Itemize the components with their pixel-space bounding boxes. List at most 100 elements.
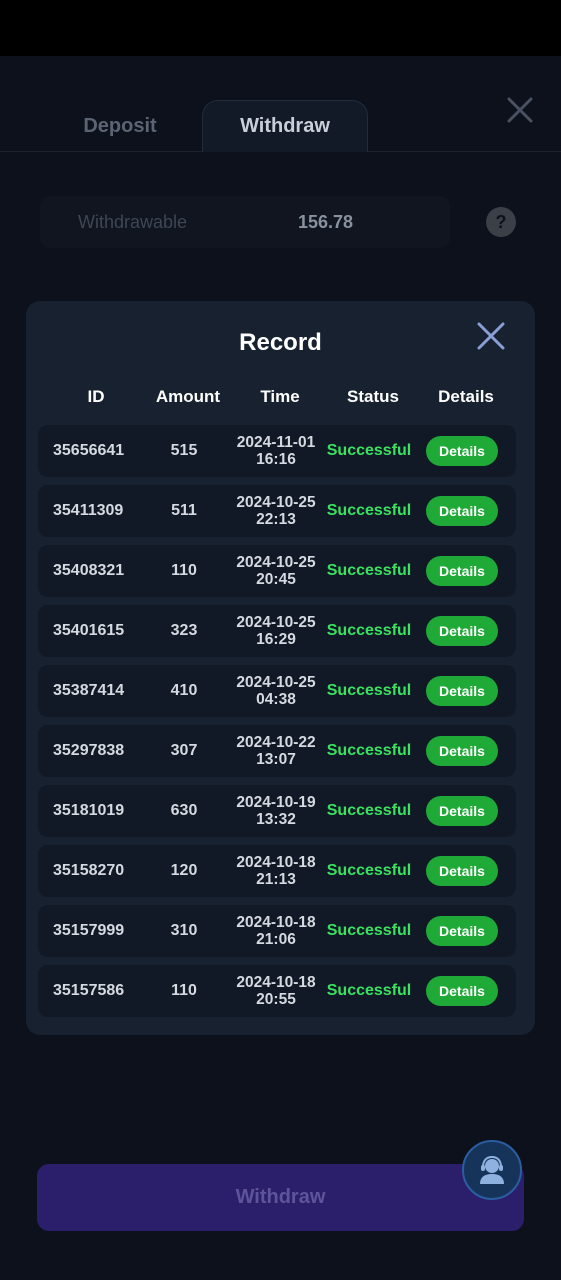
column-header-amount: Amount (155, 387, 221, 406)
record-status: Successful (326, 622, 412, 639)
record-amount: 515 (170, 442, 198, 459)
record-clock: 20:45 (256, 571, 296, 588)
record-time: 2024-10-25 22:13 (226, 485, 326, 537)
record-id: 35157586 (53, 982, 125, 999)
column-header-status: Status (347, 387, 399, 406)
record-id: 35181019 (53, 802, 125, 819)
record-date: 2024-10-19 (236, 794, 316, 811)
record-amount: 110 (171, 982, 197, 999)
record-clock: 16:16 (256, 451, 296, 468)
table-row: 35401615 323 2024-10-25 16:29 Successful … (38, 605, 516, 657)
table-row: 35411309 511 2024-10-25 22:13 Successful … (38, 485, 516, 537)
tab-bar: Deposit Withdraw (0, 56, 561, 152)
record-amount: 110 (171, 562, 197, 579)
record-amount: 120 (170, 862, 198, 879)
tab-withdraw[interactable]: Withdraw (202, 100, 368, 152)
details-button[interactable]: Details (426, 976, 498, 1006)
table-header: ID Amount Time Status Details (38, 387, 528, 411)
record-id: 35157999 (53, 922, 125, 939)
record-date: 2024-10-25 (236, 494, 316, 511)
details-button[interactable]: Details (426, 556, 498, 586)
record-status: Successful (326, 922, 412, 939)
record-status: Successful (326, 982, 412, 999)
record-time: 2024-10-25 20:45 (226, 545, 326, 597)
record-date: 2024-10-25 (236, 554, 316, 571)
record-time: 2024-10-22 13:07 (226, 725, 326, 777)
table-row: 35297838 307 2024-10-22 13:07 Successful … (38, 725, 516, 777)
record-status: Successful (326, 742, 412, 759)
record-id: 35656641 (53, 442, 125, 459)
record-date: 2024-10-22 (236, 734, 316, 751)
record-clock: 13:07 (256, 751, 296, 768)
status-bar (0, 0, 561, 56)
record-time: 2024-11-01 16:16 (226, 425, 326, 477)
record-amount: 410 (170, 682, 198, 699)
record-id: 35408321 (53, 562, 125, 579)
record-id: 35158270 (53, 862, 125, 879)
record-clock: 13:32 (256, 811, 296, 828)
column-header-id: ID (87, 387, 105, 406)
table-row: 35181019 630 2024-10-19 13:32 Successful … (38, 785, 516, 837)
record-time: 2024-10-25 04:38 (226, 665, 326, 717)
record-time: 2024-10-18 21:06 (226, 905, 326, 957)
record-date: 2024-10-18 (236, 914, 316, 931)
customer-support-icon (480, 1155, 504, 1184)
details-button[interactable]: Details (426, 916, 498, 946)
details-button[interactable]: Details (426, 796, 498, 826)
details-button[interactable]: Details (426, 616, 498, 646)
table-row: 35387414 410 2024-10-25 04:38 Successful … (38, 665, 516, 717)
record-date: 2024-10-18 (236, 974, 316, 991)
record-id: 35401615 (53, 622, 125, 639)
record-time: 2024-10-25 16:29 (226, 605, 326, 657)
record-time: 2024-10-19 13:32 (226, 785, 326, 837)
close-icon[interactable] (476, 321, 506, 351)
record-time: 2024-10-18 20:55 (226, 965, 326, 1017)
close-icon[interactable] (506, 96, 534, 124)
record-date: 2024-10-18 (236, 854, 316, 871)
table-row: 35408321 110 2024-10-25 20:45 Successful … (38, 545, 516, 597)
record-modal: Record ID Amount Time Status Details 356… (26, 301, 535, 1035)
record-id: 35297838 (53, 742, 125, 759)
column-header-time: Time (260, 387, 300, 406)
withdrawable-value: 156.78 (298, 212, 354, 232)
tab-deposit[interactable]: Deposit (60, 100, 180, 152)
customer-support-button[interactable] (462, 1140, 522, 1200)
record-clock: 04:38 (256, 691, 296, 708)
modal-title: Record (239, 329, 322, 356)
table-row: 35158270 120 2024-10-18 21:13 Successful … (38, 845, 516, 897)
table-row: 35656641 515 2024-11-01 16:16 Successful … (38, 425, 516, 477)
record-clock: 21:06 (256, 931, 296, 948)
record-status: Successful (326, 502, 412, 519)
record-id: 35411309 (53, 502, 124, 519)
record-amount: 310 (170, 922, 198, 939)
record-id: 35387414 (53, 682, 125, 699)
withdrawable-balance: Withdrawable 156.78 (40, 196, 450, 248)
record-status: Successful (326, 442, 412, 459)
record-amount: 511 (171, 502, 197, 519)
record-amount: 307 (170, 742, 198, 759)
details-button[interactable]: Details (426, 496, 498, 526)
column-header-details: Details (438, 387, 494, 406)
help-icon[interactable]: ? (486, 207, 516, 237)
record-status: Successful (326, 802, 412, 819)
table-row: 35157586 110 2024-10-18 20:55 Successful … (38, 965, 516, 1017)
record-time: 2024-10-18 21:13 (226, 845, 326, 897)
record-status: Successful (326, 562, 412, 579)
details-button[interactable]: Details (426, 676, 498, 706)
record-amount: 630 (170, 802, 198, 819)
record-status: Successful (326, 682, 412, 699)
record-amount: 323 (170, 622, 198, 639)
details-button[interactable]: Details (426, 856, 498, 886)
record-clock: 20:55 (256, 991, 296, 1008)
record-clock: 21:13 (256, 871, 296, 888)
record-status: Successful (326, 862, 412, 879)
table-row: 35157999 310 2024-10-18 21:06 Successful … (38, 905, 516, 957)
details-button[interactable]: Details (426, 736, 498, 766)
record-date: 2024-10-25 (236, 674, 316, 691)
withdrawable-label: Withdrawable (78, 212, 188, 232)
record-date: 2024-10-25 (236, 614, 316, 631)
record-date: 2024-11-01 (236, 434, 316, 451)
withdraw-button[interactable]: Withdraw (37, 1164, 524, 1231)
details-button[interactable]: Details (426, 436, 498, 466)
record-clock: 16:29 (256, 631, 296, 648)
